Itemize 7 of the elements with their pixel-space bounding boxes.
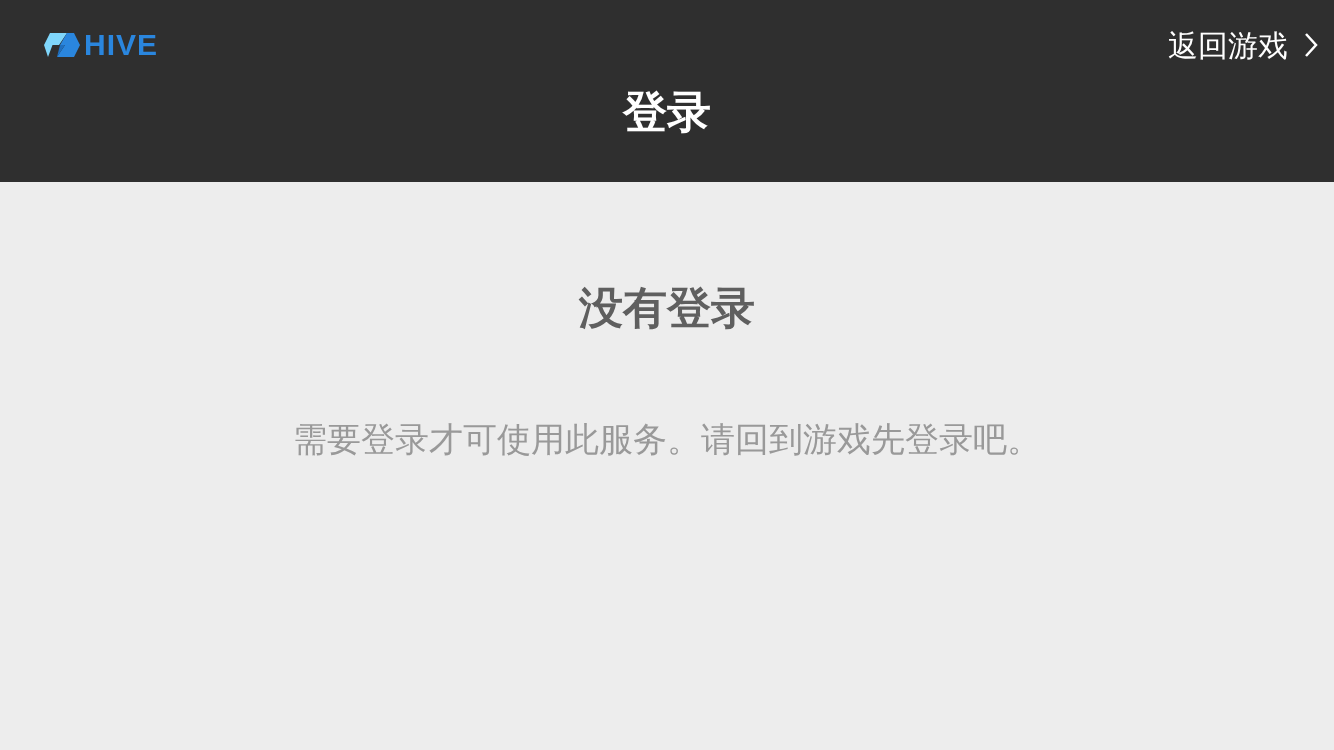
- logo-text: HIVE: [84, 30, 159, 60]
- page-title: 登录: [623, 90, 711, 134]
- status-heading: 没有登录: [579, 286, 755, 330]
- back-to-game-link[interactable]: 返回游戏: [1168, 22, 1318, 68]
- status-message: 需要登录才可使用此服务。请回到游戏先登录吧。: [293, 422, 1041, 456]
- hexagon-logo-icon: [43, 32, 81, 58]
- chevron-right-icon: [1304, 32, 1318, 58]
